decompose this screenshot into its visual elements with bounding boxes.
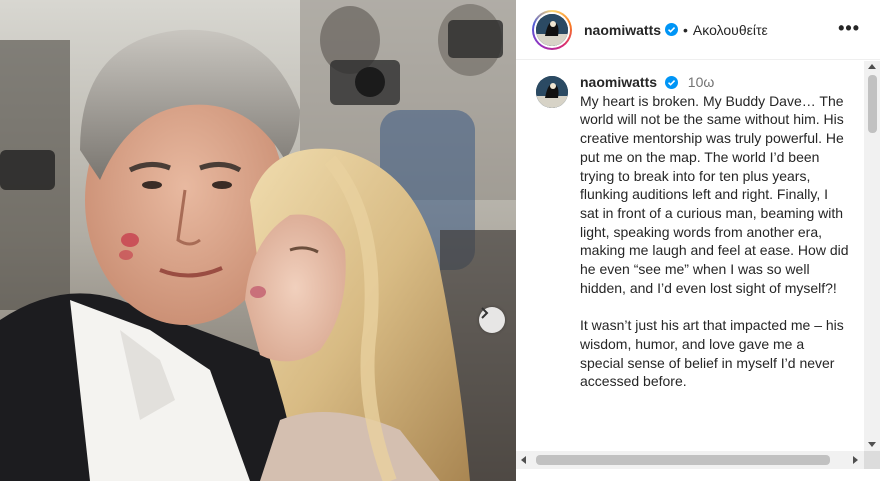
scrollbar-corner [864, 451, 880, 469]
caption-paragraph-1: My heart is broken. My Buddy Dave… The w… [580, 92, 853, 296]
horizontal-scrollbar[interactable] [516, 451, 864, 469]
post-side-panel: naomiwatts • Ακολουθείτε ••• naomiwatts … [516, 0, 880, 481]
more-options-icon[interactable]: ••• [838, 19, 860, 37]
scroll-left-icon[interactable] [521, 456, 526, 464]
scroll-up-icon[interactable] [868, 64, 876, 69]
post-photo [0, 0, 516, 481]
comments-area[interactable]: naomiwatts 10ω My heart is broken. My Bu… [516, 61, 864, 451]
chevron-right-icon [481, 307, 489, 319]
verified-badge-icon [664, 76, 678, 89]
caption-paragraph-2: It wasn’t just his art that impacted me … [580, 317, 848, 390]
caption: naomiwatts 10ω My heart is broken. My Bu… [536, 73, 850, 391]
profile-avatar[interactable] [532, 9, 572, 50]
carousel-next-button[interactable] [479, 307, 505, 333]
header-username[interactable]: naomiwatts [584, 22, 661, 38]
separator-dot: • [683, 21, 688, 38]
verified-badge-icon [665, 23, 679, 36]
caption-username[interactable]: naomiwatts [580, 74, 657, 90]
avatar-image [536, 13, 568, 46]
scrollbar-thumb[interactable] [868, 75, 877, 133]
caption-avatar[interactable] [536, 76, 568, 108]
vertical-scrollbar[interactable] [864, 61, 880, 451]
post-time[interactable]: 10ω [688, 74, 715, 90]
following-button[interactable]: Ακολουθείτε [693, 22, 768, 38]
scroll-down-icon[interactable] [868, 442, 876, 447]
bottom-strip [516, 469, 880, 481]
scroll-right-icon[interactable] [853, 456, 858, 464]
horizontal-scrollbar-thumb[interactable] [536, 455, 830, 465]
photo-illustration [0, 0, 516, 481]
post-header: naomiwatts • Ακολουθείτε ••• [516, 0, 880, 60]
